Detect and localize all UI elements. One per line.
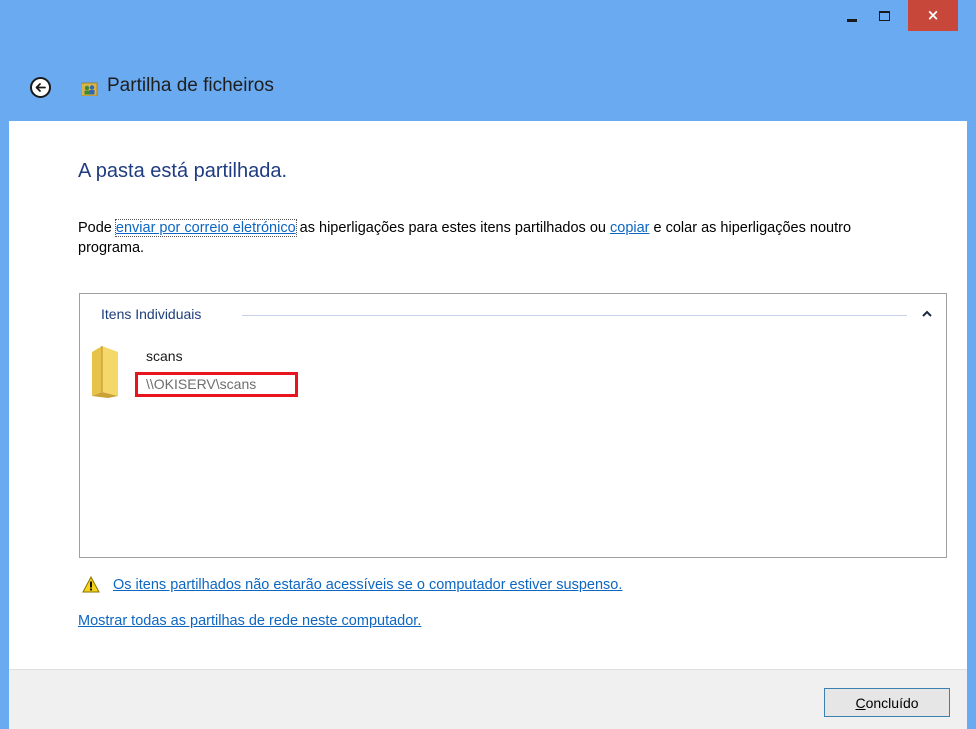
copy-link[interactable]: copiar <box>610 220 650 236</box>
shared-heading: A pasta está partilhada. <box>78 160 288 182</box>
minimize-icon <box>846 19 857 22</box>
close-button[interactable]: × <box>908 0 958 31</box>
show-all-shares-link[interactable]: Mostrar todas as partilhas de rede neste… <box>78 613 421 629</box>
dialog-content: A pasta está partilhada. Pode enviar por… <box>9 121 967 669</box>
back-arrow-icon <box>35 83 46 92</box>
people-share-icon <box>81 82 98 96</box>
back-button[interactable] <box>30 77 51 98</box>
done-accel-key: C <box>855 694 866 711</box>
email-link[interactable]: enviar por correio eletrónico <box>114 219 297 237</box>
title-bar[interactable]: × <box>0 0 976 40</box>
shared-items-list[interactable]: Itens Individuais scans \\OKISERV\scans <box>79 293 947 558</box>
warning-icon <box>82 576 100 593</box>
intro-text: Pode enviar por correio eletrónico as hi… <box>78 218 908 258</box>
dialog-footer: Concluído <box>9 669 967 729</box>
intro-middle: as hiperligações para estes itens partil… <box>295 220 610 236</box>
group-label: Itens Individuais <box>101 306 202 322</box>
maximize-icon <box>879 10 890 21</box>
group-divider <box>242 315 907 316</box>
folder-icon <box>92 346 118 398</box>
dialog-header: Partilha de ficheiros <box>9 40 967 121</box>
window-border-right <box>967 0 976 729</box>
sleep-warning-link[interactable]: Os itens partilhados não estarão acessív… <box>113 577 622 593</box>
window-border-left <box>0 0 9 729</box>
done-button[interactable]: Concluído <box>824 688 950 717</box>
minimize-button[interactable] <box>836 0 867 31</box>
file-sharing-window: × Partilha de ficheiros A pasta está par… <box>0 0 976 729</box>
done-label: oncluído <box>865 694 919 711</box>
dialog-title: Partilha de ficheiros <box>107 75 274 96</box>
close-icon: × <box>926 6 940 24</box>
intro-prefix: Pode <box>78 220 116 236</box>
item-name: scans <box>146 348 183 364</box>
chevron-up-icon <box>922 310 932 317</box>
collapse-group-button[interactable] <box>920 307 934 319</box>
item-network-path: \\OKISERV\scans <box>135 372 298 397</box>
maximize-button[interactable] <box>869 0 900 31</box>
